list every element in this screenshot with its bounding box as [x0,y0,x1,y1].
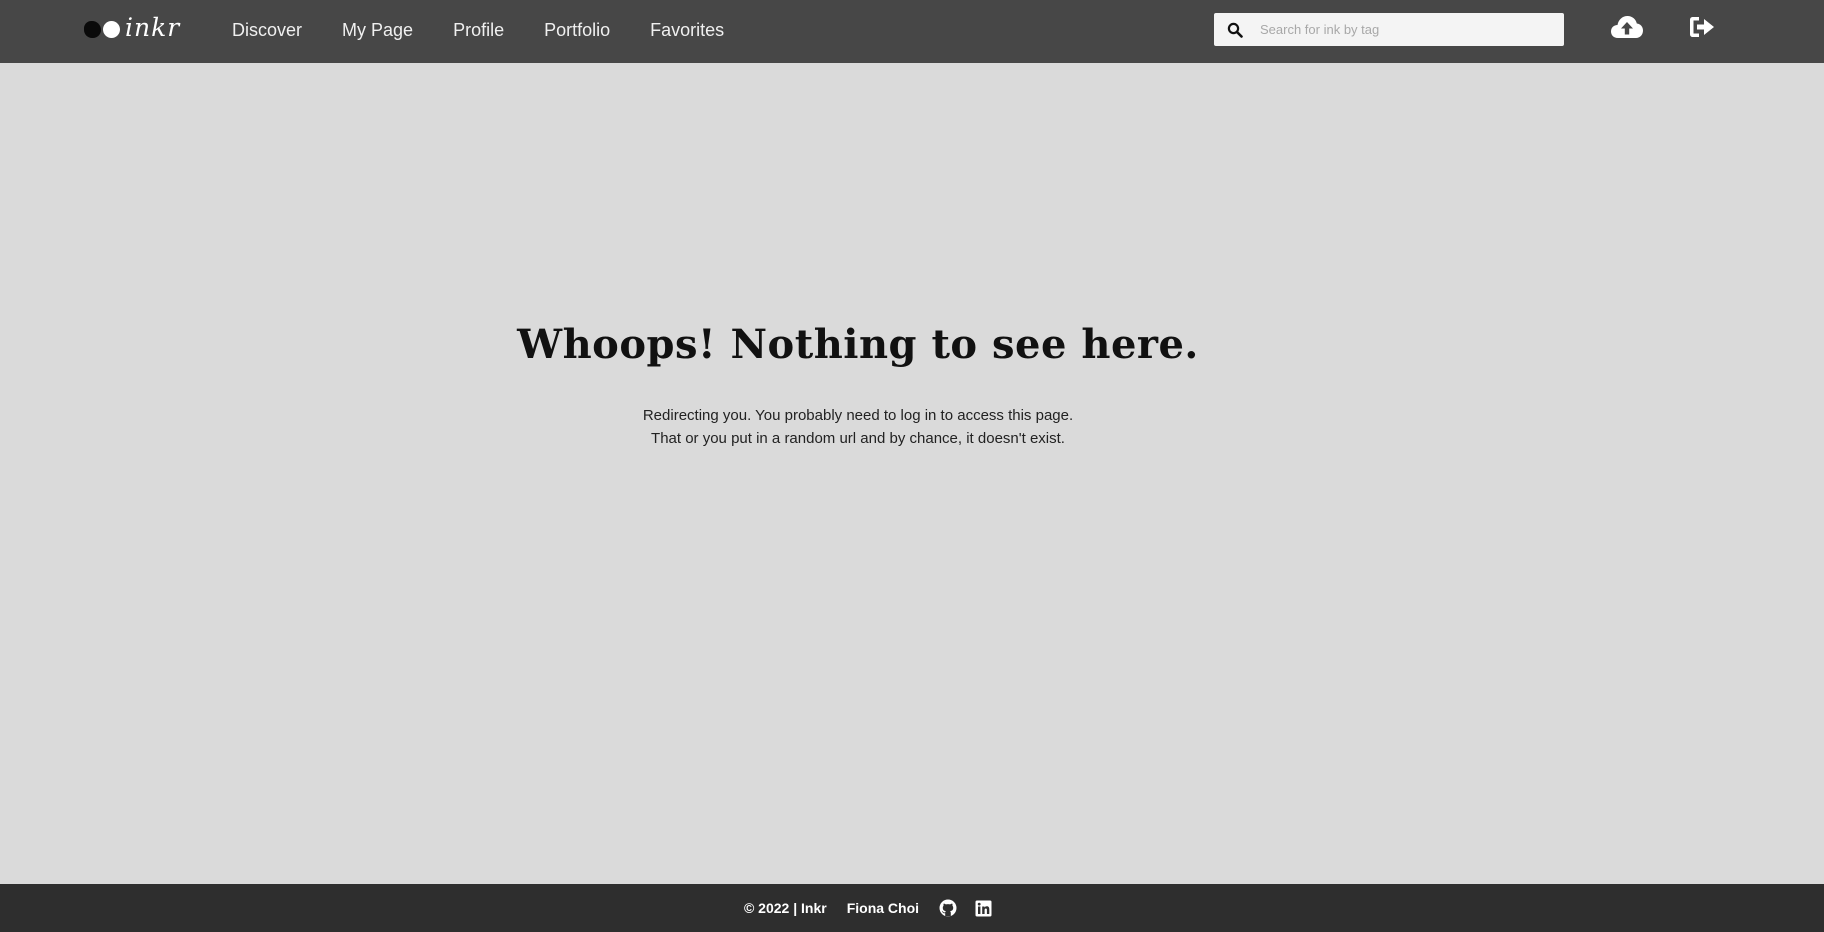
redirect-message: Redirecting you. You probably need to lo… [0,404,1716,450]
main-nav: Discover My Page Profile Portfolio Favor… [232,0,764,60]
sign-out-icon [1688,15,1716,44]
main-content: Whoops! Nothing to see here. Redirecting… [0,63,1824,884]
search-bar [1214,13,1564,46]
footer-content: © 2022 | Inkr Fiona Choi [744,899,992,917]
nav-my-page[interactable]: My Page [342,20,413,41]
nav-portfolio[interactable]: Portfolio [544,20,610,41]
footer-author: Fiona Choi [846,900,920,916]
logo-black-dot [84,20,101,38]
inkr-logo[interactable]: inkr [84,14,180,44]
nav-profile[interactable]: Profile [453,20,504,41]
search-input[interactable] [1258,21,1552,38]
logo-wordmark: inkr [125,12,181,42]
nav-favorites[interactable]: Favorites [650,20,724,41]
logo-white-dot [103,20,120,38]
error-headline: Whoops! Nothing to see here. [517,321,1199,368]
message-line-2: That or you put in a random url and by c… [651,430,1065,447]
upload-button[interactable] [1610,14,1644,44]
top-navbar: inkr Discover My Page Profile Portfolio … [0,0,1824,63]
footer-copyright: © 2022 | Inkr [743,900,827,916]
search-icon[interactable] [1224,22,1246,38]
github-icon[interactable] [939,899,957,917]
message-line-1: Redirecting you. You probably need to lo… [642,407,1074,424]
logout-button[interactable] [1685,14,1719,44]
nav-discover[interactable]: Discover [232,20,302,41]
footer: © 2022 | Inkr Fiona Choi [0,884,1824,932]
cloud-upload-icon [1610,15,1644,44]
linkedin-icon[interactable] [975,900,992,917]
